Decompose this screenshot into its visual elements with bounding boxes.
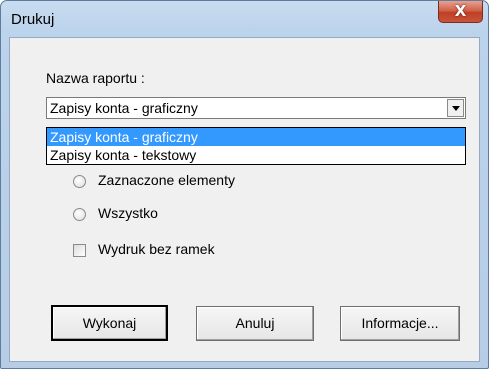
report-name-value: Zapisy konta - graficzny <box>50 100 198 116</box>
radio-selected-elements-label[interactable]: Zaznaczone elementy <box>98 172 235 188</box>
close-icon: X <box>454 2 467 20</box>
radio-selected-elements[interactable] <box>73 175 86 188</box>
chevron-down-icon[interactable] <box>447 99 464 117</box>
no-border-print-checkbox[interactable] <box>73 244 86 257</box>
radio-all[interactable] <box>73 208 86 221</box>
dropdown-option-graphic[interactable]: Zapisy konta - graficzny <box>47 128 465 146</box>
window-title: Drukuj <box>11 11 55 28</box>
no-border-print-label[interactable]: Wydruk bez ramek <box>98 241 215 257</box>
dialog-client-area: Nazwa raportu : Zapisy konta - graficzny… <box>9 37 480 362</box>
dropdown-option-text[interactable]: Zapisy konta - tekstowy <box>47 146 465 164</box>
execute-button[interactable]: Wykonaj <box>51 305 168 341</box>
title-bar[interactable]: Drukuj X <box>1 1 488 37</box>
report-name-dropdown-list: Zapisy konta - graficzny Zapisy konta - … <box>46 127 466 165</box>
info-button[interactable]: Informacje... <box>340 306 460 341</box>
report-name-combobox[interactable]: Zapisy konta - graficzny <box>46 97 466 119</box>
report-name-label: Nazwa raportu : <box>46 70 145 86</box>
radio-all-label[interactable]: Wszystko <box>98 205 158 221</box>
cancel-button[interactable]: Anuluj <box>196 306 314 341</box>
close-button[interactable]: X <box>438 1 483 23</box>
print-dialog-window: Drukuj X Nazwa raportu : Zapisy konta - … <box>0 0 489 369</box>
